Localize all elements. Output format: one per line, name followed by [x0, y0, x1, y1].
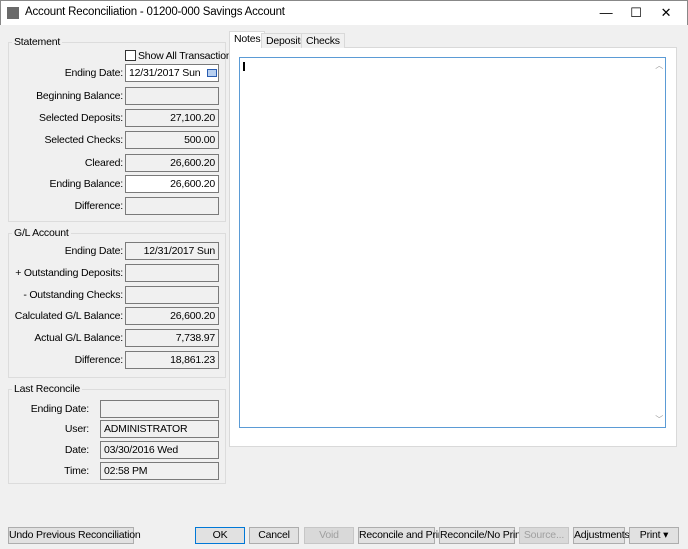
- gl-account-title: G/L Account: [12, 227, 71, 239]
- gl-label: Calculated G/L Balance:: [14, 310, 123, 322]
- statement-field: 27,100.20: [125, 109, 219, 127]
- gl-label: Difference:: [74, 354, 124, 366]
- statement-field[interactable]: 26,600.20: [125, 175, 219, 193]
- scroll-up-icon[interactable]: ︿: [655, 60, 663, 71]
- statement-label: Selected Deposits:: [39, 112, 123, 124]
- window-title: Account Reconciliation - 01200-000 Savin…: [25, 6, 285, 18]
- statement-label: Beginning Balance:: [36, 90, 123, 102]
- last-field: 02:58 PM: [100, 462, 219, 480]
- close-button[interactable]: ✕: [651, 1, 681, 25]
- gl-field: 26,600.20: [125, 307, 219, 325]
- tab-notes[interactable]: Notes: [229, 31, 266, 48]
- text-cursor: [243, 62, 245, 71]
- statement-field: 26,600.20: [125, 154, 219, 172]
- statement-title: Statement: [12, 36, 63, 48]
- statement-field[interactable]: 12/31/2017 Sun: [125, 64, 219, 82]
- tab-checks[interactable]: Checks: [301, 33, 345, 48]
- last-field: 03/30/2016 Wed: [100, 441, 219, 459]
- gl-label: - Outstanding Checks:: [23, 289, 123, 301]
- void-button[interactable]: Void: [304, 527, 354, 544]
- gl-label: Actual G/L Balance:: [34, 332, 123, 344]
- calendar-icon[interactable]: [207, 69, 217, 77]
- last-label: Date:: [64, 444, 89, 456]
- reconcile-no-print-button[interactable]: Reconcile/No Print: [439, 527, 524, 544]
- scroll-down-icon[interactable]: ﹀: [655, 414, 663, 425]
- statement-label: Cleared:: [84, 157, 123, 169]
- ok-button[interactable]: OK: [195, 527, 245, 544]
- maximize-button[interactable]: ☐: [621, 1, 651, 25]
- gl-field: 18,861.23: [125, 351, 219, 369]
- app-chart-icon: [7, 7, 19, 19]
- source-button[interactable]: Source...: [519, 527, 569, 544]
- gl-label: Ending Date:: [64, 245, 124, 257]
- adjustments-button[interactable]: Adjustments: [573, 527, 630, 544]
- last-field: ADMINISTRATOR: [100, 420, 219, 438]
- statement-label: Difference:: [74, 200, 124, 212]
- show-all-label: Show All Transactions: [138, 50, 237, 62]
- statement-field: [125, 197, 219, 215]
- last-label: User:: [64, 423, 89, 435]
- reconcile-and-print-button[interactable]: Reconcile and Print: [358, 527, 446, 544]
- last-reconcile-title: Last Reconcile: [12, 383, 83, 395]
- last-label: Ending Date:: [30, 403, 90, 415]
- gl-field: [125, 264, 219, 282]
- minimize-button[interactable]: —: [591, 1, 621, 25]
- last-field: [100, 400, 219, 418]
- print-button[interactable]: Print ▾: [629, 527, 679, 544]
- gl-field: [125, 286, 219, 304]
- gl-field: 12/31/2017 Sun: [125, 242, 219, 260]
- last-label: Time:: [64, 465, 89, 477]
- gl-label: + Outstanding Deposits:: [15, 267, 123, 279]
- statement-label: Ending Balance:: [49, 178, 124, 190]
- gl-field: 7,738.97: [125, 329, 219, 347]
- notes-textarea[interactable]: ︿ ﹀: [239, 57, 666, 428]
- undo-reconciliation-button[interactable]: Undo Previous Reconciliation: [8, 527, 141, 544]
- statement-field: [125, 87, 219, 105]
- cancel-button[interactable]: Cancel: [249, 527, 299, 544]
- title-bar: Account Reconciliation - 01200-000 Savin…: [0, 0, 688, 25]
- statement-label: Ending Date:: [64, 67, 124, 79]
- statement-label: Selected Checks:: [44, 134, 123, 146]
- statement-field: 500.00: [125, 131, 219, 149]
- show-all-checkbox[interactable]: [125, 50, 136, 61]
